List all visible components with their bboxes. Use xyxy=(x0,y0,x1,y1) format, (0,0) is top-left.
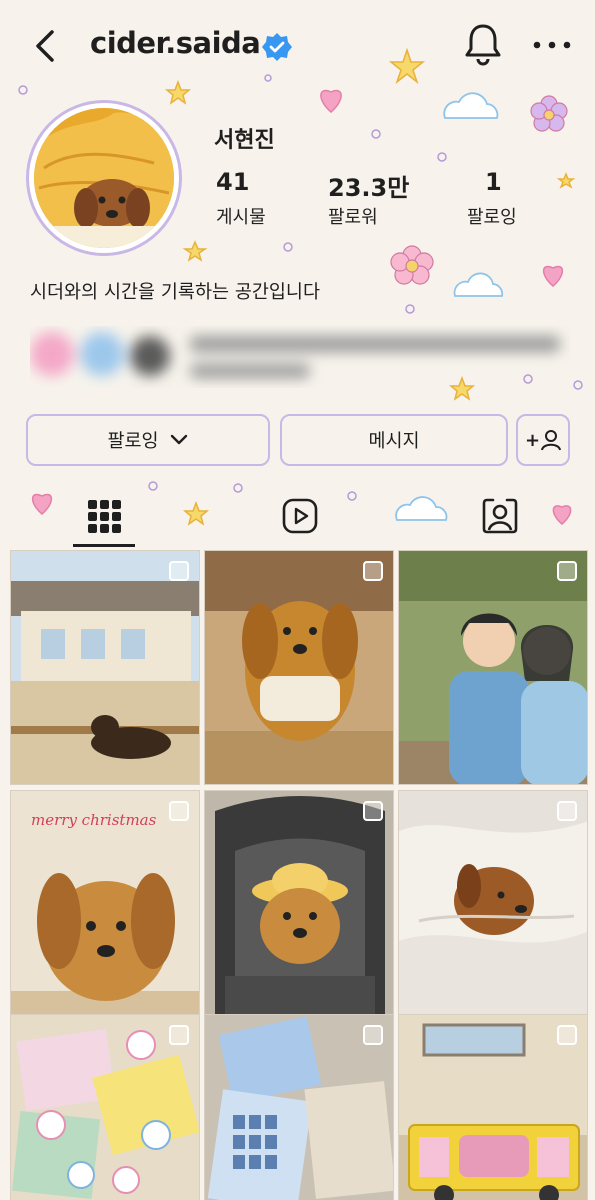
post-thumbnail[interactable]: merry christmas xyxy=(10,790,200,1025)
post-image xyxy=(11,551,199,784)
following-button-label: 팔로잉 xyxy=(107,431,159,452)
post-image xyxy=(205,551,393,784)
posts-label: 게시물 xyxy=(216,207,266,228)
post-thumbnail[interactable] xyxy=(398,1014,588,1200)
flower-doodle xyxy=(390,95,568,285)
select-checkbox[interactable] xyxy=(169,1025,189,1045)
post-thumbnail[interactable] xyxy=(10,1014,200,1200)
post-thumbnail[interactable] xyxy=(398,550,588,785)
post-thumbnail[interactable] xyxy=(204,550,394,785)
select-checkbox[interactable] xyxy=(557,801,577,821)
select-checkbox[interactable] xyxy=(363,1025,383,1045)
bio-text: 시더와의 시간을 기록하는 공간입니다 xyxy=(30,282,320,303)
select-checkbox[interactable] xyxy=(363,801,383,821)
select-checkbox[interactable] xyxy=(169,561,189,581)
bell-icon[interactable] xyxy=(462,22,504,66)
add-person-button[interactable]: + xyxy=(516,414,570,466)
select-checkbox[interactable] xyxy=(363,561,383,581)
active-tab-indicator xyxy=(73,544,135,547)
grid-icon[interactable] xyxy=(84,496,124,536)
post-thumbnail[interactable] xyxy=(398,790,588,1025)
post-thumbnail[interactable] xyxy=(204,1014,394,1200)
back-arrow-icon[interactable] xyxy=(30,26,62,66)
post-image xyxy=(399,791,587,1024)
post-thumbnail[interactable] xyxy=(10,550,200,785)
add-person-icon xyxy=(541,430,562,451)
add-person-plus: + xyxy=(524,429,541,451)
post-image xyxy=(205,791,393,1024)
select-checkbox[interactable] xyxy=(557,1025,577,1045)
post-thumbnail[interactable] xyxy=(204,790,394,1025)
reels-icon[interactable] xyxy=(280,496,320,536)
following-count[interactable]: 1 xyxy=(485,168,502,196)
post-caption-text: merry christmas xyxy=(31,811,157,829)
followers-label[interactable]: 팔로워 xyxy=(328,203,378,229)
posts-grid: merry christmas xyxy=(10,550,588,1200)
posts-count: 41 xyxy=(216,168,250,196)
followed-by-blurred[interactable] xyxy=(30,326,570,388)
display-name: 서현진 xyxy=(214,128,275,153)
tagged-icon[interactable] xyxy=(480,496,520,536)
verified-badge-icon xyxy=(262,33,292,61)
more-icon[interactable] xyxy=(532,40,572,50)
followers-count[interactable]: 23.3만 xyxy=(328,168,409,203)
following-label[interactable]: 팔로잉 xyxy=(467,203,517,229)
following-button[interactable]: 팔로잉 xyxy=(26,414,270,466)
message-button-label: 메시지 xyxy=(368,431,420,452)
avatar[interactable] xyxy=(34,108,174,248)
message-button[interactable]: 메시지 xyxy=(280,414,508,466)
select-checkbox[interactable] xyxy=(169,801,189,821)
username-title: cider.saida xyxy=(90,26,261,60)
chevron-down-icon xyxy=(170,434,187,445)
post-image xyxy=(399,551,587,784)
select-checkbox[interactable] xyxy=(557,561,577,581)
profile-header: cider.saida xyxy=(0,0,595,92)
